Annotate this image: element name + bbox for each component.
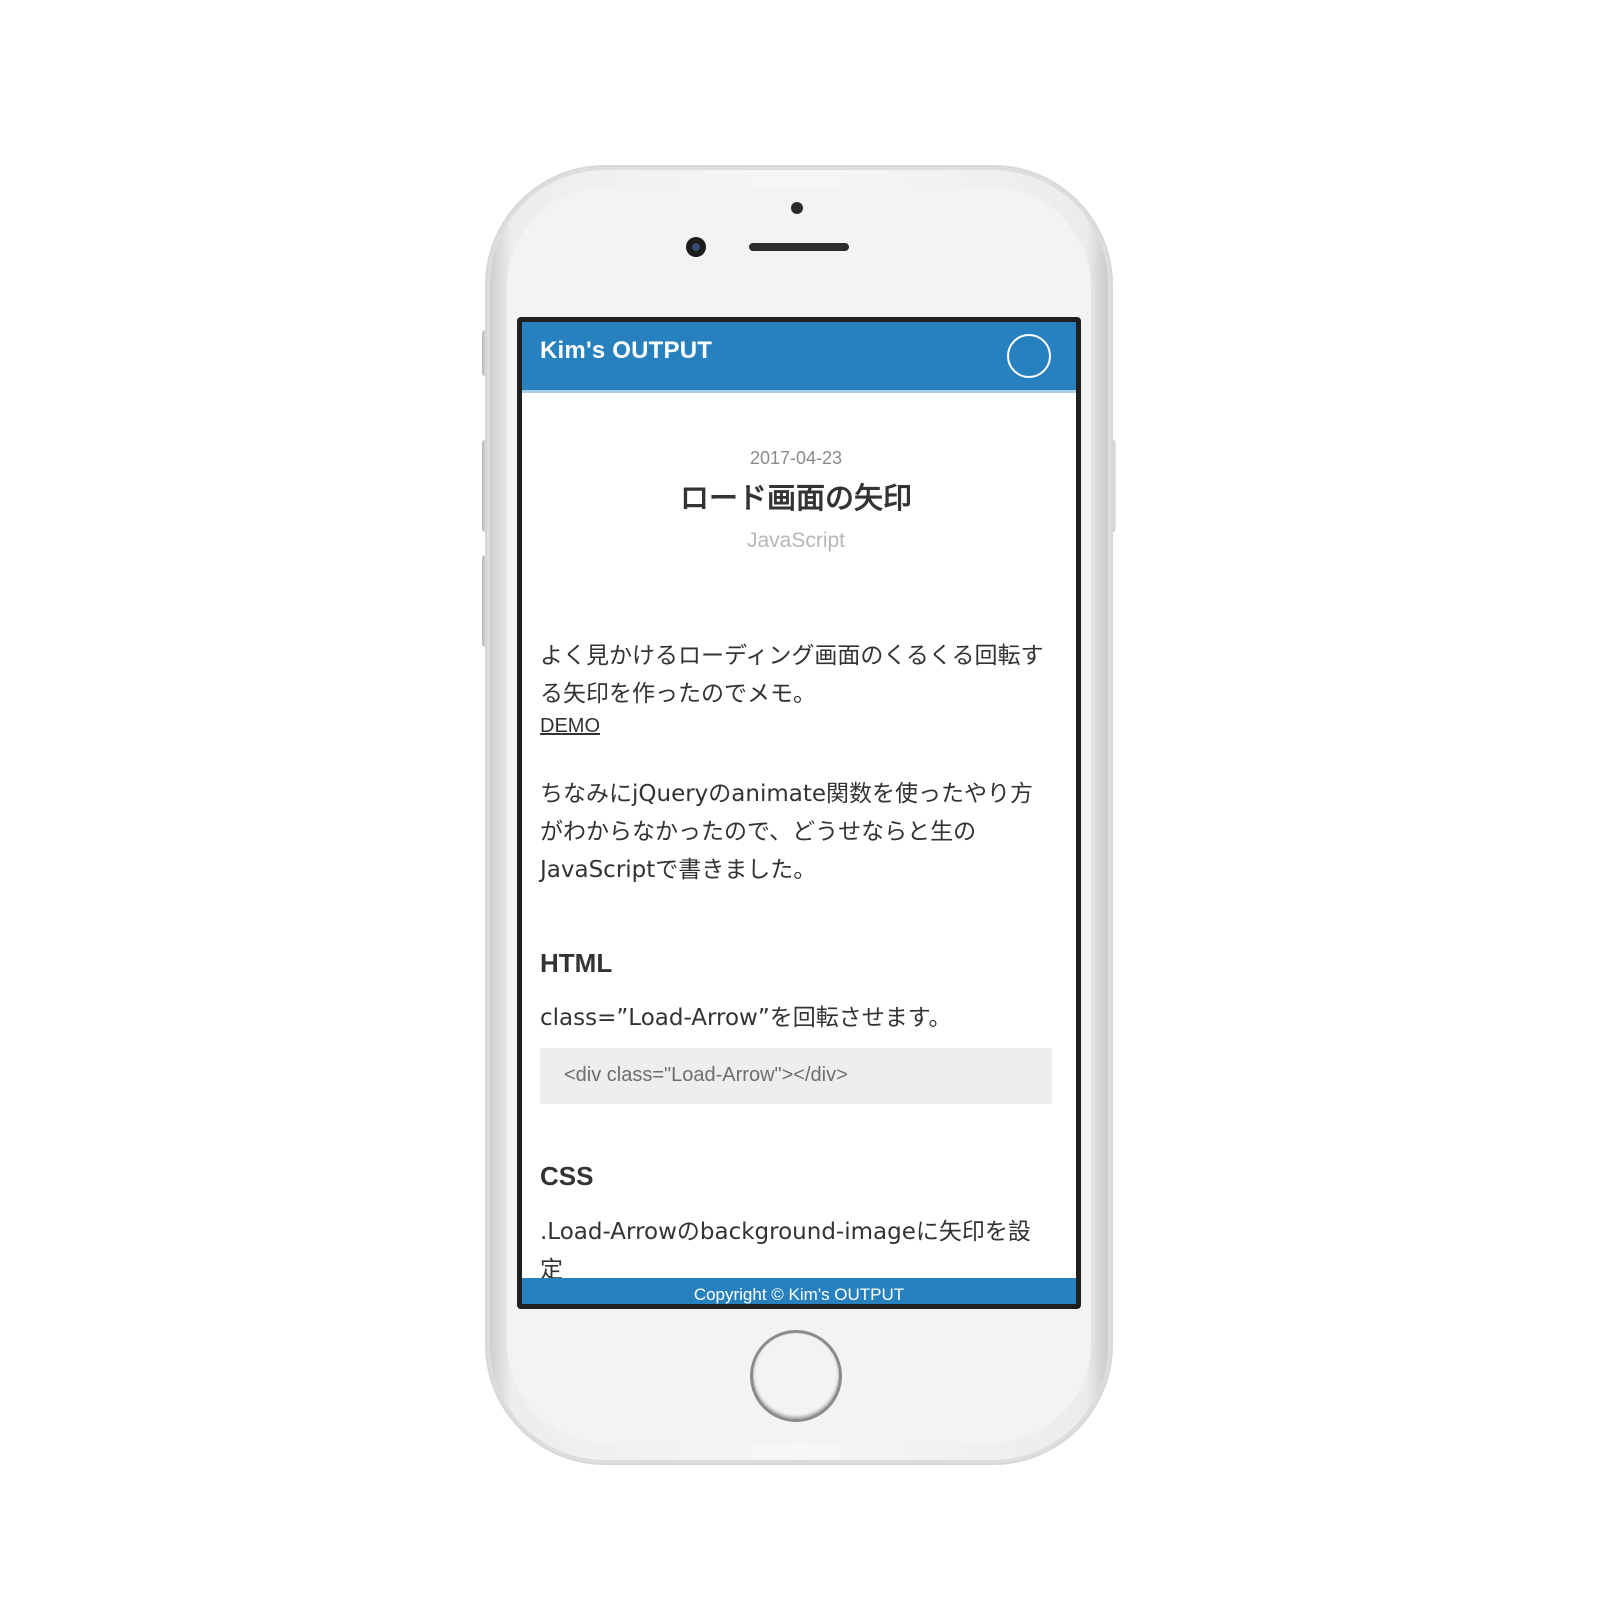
section-heading-html: HTML [540, 948, 613, 978]
home-button[interactable] [750, 1330, 842, 1422]
footer-copyright: Copyright © Kim's OUTPUT [693, 1285, 905, 1304]
post-intro-paragraph: よく見かけるローディング画面のくるくる回転する矢印を作ったのでメモ。 [540, 643, 1044, 707]
phone-screen: Kim's OUTPUT 2017-04-23 ロード画面の矢印 JavaScr… [517, 317, 1081, 1309]
html-section-text: class=”Load-Arrow”を回転させます。 [540, 1005, 952, 1031]
section-heading-css: CSS [540, 1161, 594, 1191]
post-category-link[interactable]: JavaScript [540, 529, 1052, 553]
post-title: ロード画面の矢印 [679, 481, 912, 515]
site-title[interactable]: Kim's OUTPUT [540, 337, 712, 365]
proximity-sensor [791, 202, 803, 214]
mockup-stage: Kim's OUTPUT 2017-04-23 ロード画面の矢印 JavaScr… [0, 0, 1600, 1600]
code-block-html: <div class="Load-Arrow"></div> [540, 1048, 1052, 1104]
site-footer: Copyright © Kim's OUTPUT [522, 1278, 1076, 1304]
front-camera-icon [686, 237, 706, 257]
code-snippet: <div class="Load-Arrow"></div> [564, 1064, 848, 1086]
earpiece-speaker [749, 243, 849, 251]
post-date: 2017-04-23 [749, 448, 843, 468]
post-note-paragraph: ちなみにjQueryのanimate関数を使ったやり方がわからなかったので、どう… [540, 781, 1034, 883]
browser-viewport[interactable]: Kim's OUTPUT 2017-04-23 ロード画面の矢印 JavaScr… [522, 322, 1076, 1304]
menu-toggle-icon[interactable] [1007, 334, 1051, 378]
demo-link[interactable]: DEMO [540, 715, 600, 738]
site-header: Kim's OUTPUT [522, 322, 1076, 393]
